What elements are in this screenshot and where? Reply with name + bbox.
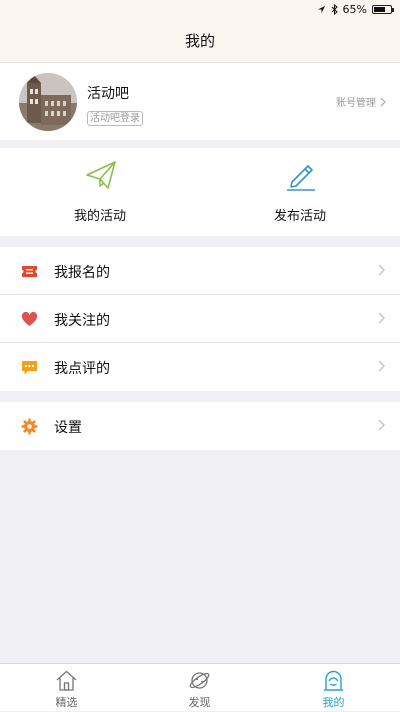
action-bar: 我的活动 发布活动 xyxy=(0,148,400,236)
paper-plane-icon xyxy=(86,161,116,189)
account-management-link[interactable]: 账号管理 xyxy=(336,94,386,109)
pencil-icon xyxy=(287,165,315,191)
list-item-registered[interactable]: 我报名的 xyxy=(0,247,400,295)
comment-icon xyxy=(22,361,37,375)
profile-name: 活动吧 xyxy=(87,86,129,102)
tab-bar: 精选 发现 我的 xyxy=(0,663,400,711)
profile-card[interactable]: 活动吧 活动吧登录 账号管理 xyxy=(0,63,400,140)
gear-icon xyxy=(21,418,38,435)
list-item-settings[interactable]: 设置 xyxy=(0,402,400,450)
chevron-right-icon xyxy=(378,360,385,372)
publish-activity-label: 发布活动 xyxy=(273,209,326,224)
chevron-right-icon xyxy=(378,312,385,324)
chevron-right-icon xyxy=(378,419,385,431)
my-activities-label: 我的活动 xyxy=(73,209,126,224)
chevron-right-icon xyxy=(378,264,385,276)
status-bar: 65% xyxy=(0,0,400,20)
tab-featured[interactable]: 精选 xyxy=(0,664,133,712)
account-management-label: 账号管理 xyxy=(336,98,376,109)
battery-percent: 65% xyxy=(342,3,367,16)
list-item-label: 我报名的 xyxy=(54,265,110,281)
settings-row[interactable]: 设置 xyxy=(0,402,400,450)
profile-icon xyxy=(324,670,343,691)
tab-label: 发现 xyxy=(188,696,211,709)
status-right: 65% xyxy=(317,3,394,16)
page-title: 我的 xyxy=(0,20,400,63)
chevron-right-icon xyxy=(380,97,386,106)
tab-label: 精选 xyxy=(55,696,78,709)
battery-icon xyxy=(372,5,394,14)
avatar-image xyxy=(19,73,77,131)
list-item-reviewed[interactable]: 我点评的 xyxy=(0,343,400,391)
login-tag[interactable]: 活动吧登录 xyxy=(87,111,143,126)
bluetooth-icon xyxy=(331,4,338,15)
tab-mine[interactable]: 我的 xyxy=(267,664,400,712)
location-icon xyxy=(317,5,325,14)
menu-list: 我报名的 我关注的 我点评的 xyxy=(0,247,400,391)
list-item-following[interactable]: 我关注的 xyxy=(0,295,400,343)
tab-label: 我的 xyxy=(322,696,345,709)
my-activities-button[interactable]: 我的活动 xyxy=(0,148,200,236)
list-item-label: 我点评的 xyxy=(54,361,110,377)
settings-label: 设置 xyxy=(54,420,82,436)
avatar[interactable] xyxy=(19,73,77,131)
planet-icon xyxy=(189,672,210,689)
heart-icon xyxy=(21,311,38,326)
list-item-label: 我关注的 xyxy=(54,313,110,329)
tab-discover[interactable]: 发现 xyxy=(133,664,266,712)
ticket-icon xyxy=(22,266,37,277)
publish-activity-button[interactable]: 发布活动 xyxy=(200,148,400,236)
home-icon xyxy=(56,670,77,691)
